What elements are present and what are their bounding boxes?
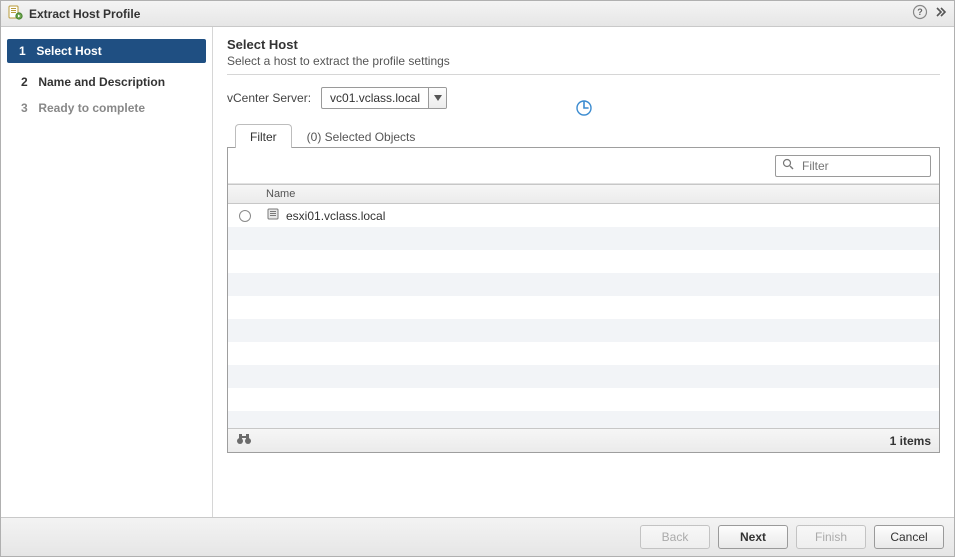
back-button[interactable]: Back	[640, 525, 710, 549]
wizard-step-select-host[interactable]: 1 Select Host	[7, 39, 206, 63]
table-row[interactable]: esxi01.vclass.local	[228, 204, 939, 227]
chevron-down-icon	[428, 88, 446, 108]
filter-text-field[interactable]	[800, 158, 955, 174]
loading-spinner-icon	[575, 99, 593, 120]
vcenter-server-value: vc01.vclass.local	[322, 91, 428, 105]
divider	[227, 74, 940, 75]
dialog-title: Extract Host Profile	[29, 7, 140, 21]
search-icon	[782, 158, 794, 173]
tab-bar: Filter (0) Selected Objects	[235, 123, 940, 147]
finish-button[interactable]: Finish	[796, 525, 866, 549]
grid-body: esxi01.vclass.local	[228, 204, 939, 428]
title-bar: Extract Host Profile ?	[1, 1, 954, 27]
expand-icon[interactable]	[934, 5, 948, 22]
grid-item-count: 1 items	[890, 434, 931, 448]
wizard-footer: Back Next Finish Cancel	[1, 517, 954, 556]
grid-header: Name	[228, 184, 939, 204]
host-profile-icon	[7, 4, 23, 23]
wizard-content: Select Host Select a host to extract the…	[213, 27, 954, 517]
row-radio[interactable]	[239, 210, 251, 222]
next-button[interactable]: Next	[718, 525, 788, 549]
cancel-button[interactable]: Cancel	[874, 525, 944, 549]
wizard-step-ready-complete[interactable]: 3 Ready to complete	[1, 95, 212, 121]
wizard-sidebar: 1 Select Host 2 Name and Description 3 R…	[1, 27, 213, 517]
host-grid: Name esxi01.vclass.local	[227, 147, 940, 453]
wizard-step-name-description[interactable]: 2 Name and Description	[1, 69, 212, 95]
host-name: esxi01.vclass.local	[286, 209, 385, 223]
vcenter-server-label: vCenter Server:	[227, 91, 311, 105]
tab-filter[interactable]: Filter	[235, 124, 292, 148]
help-icon[interactable]: ?	[912, 4, 928, 23]
page-heading: Select Host	[227, 37, 940, 52]
svg-text:?: ?	[917, 7, 923, 17]
column-name[interactable]: Name	[262, 188, 939, 200]
grid-toolbar	[228, 148, 939, 184]
grid-footer: 1 items	[228, 428, 939, 452]
vcenter-server-select[interactable]: vc01.vclass.local	[321, 87, 447, 109]
binoculars-icon[interactable]	[236, 432, 252, 449]
filter-input[interactable]	[775, 155, 931, 177]
host-icon	[266, 207, 280, 224]
tab-selected-objects[interactable]: (0) Selected Objects	[292, 124, 431, 148]
page-subheading: Select a host to extract the profile set…	[227, 54, 940, 68]
